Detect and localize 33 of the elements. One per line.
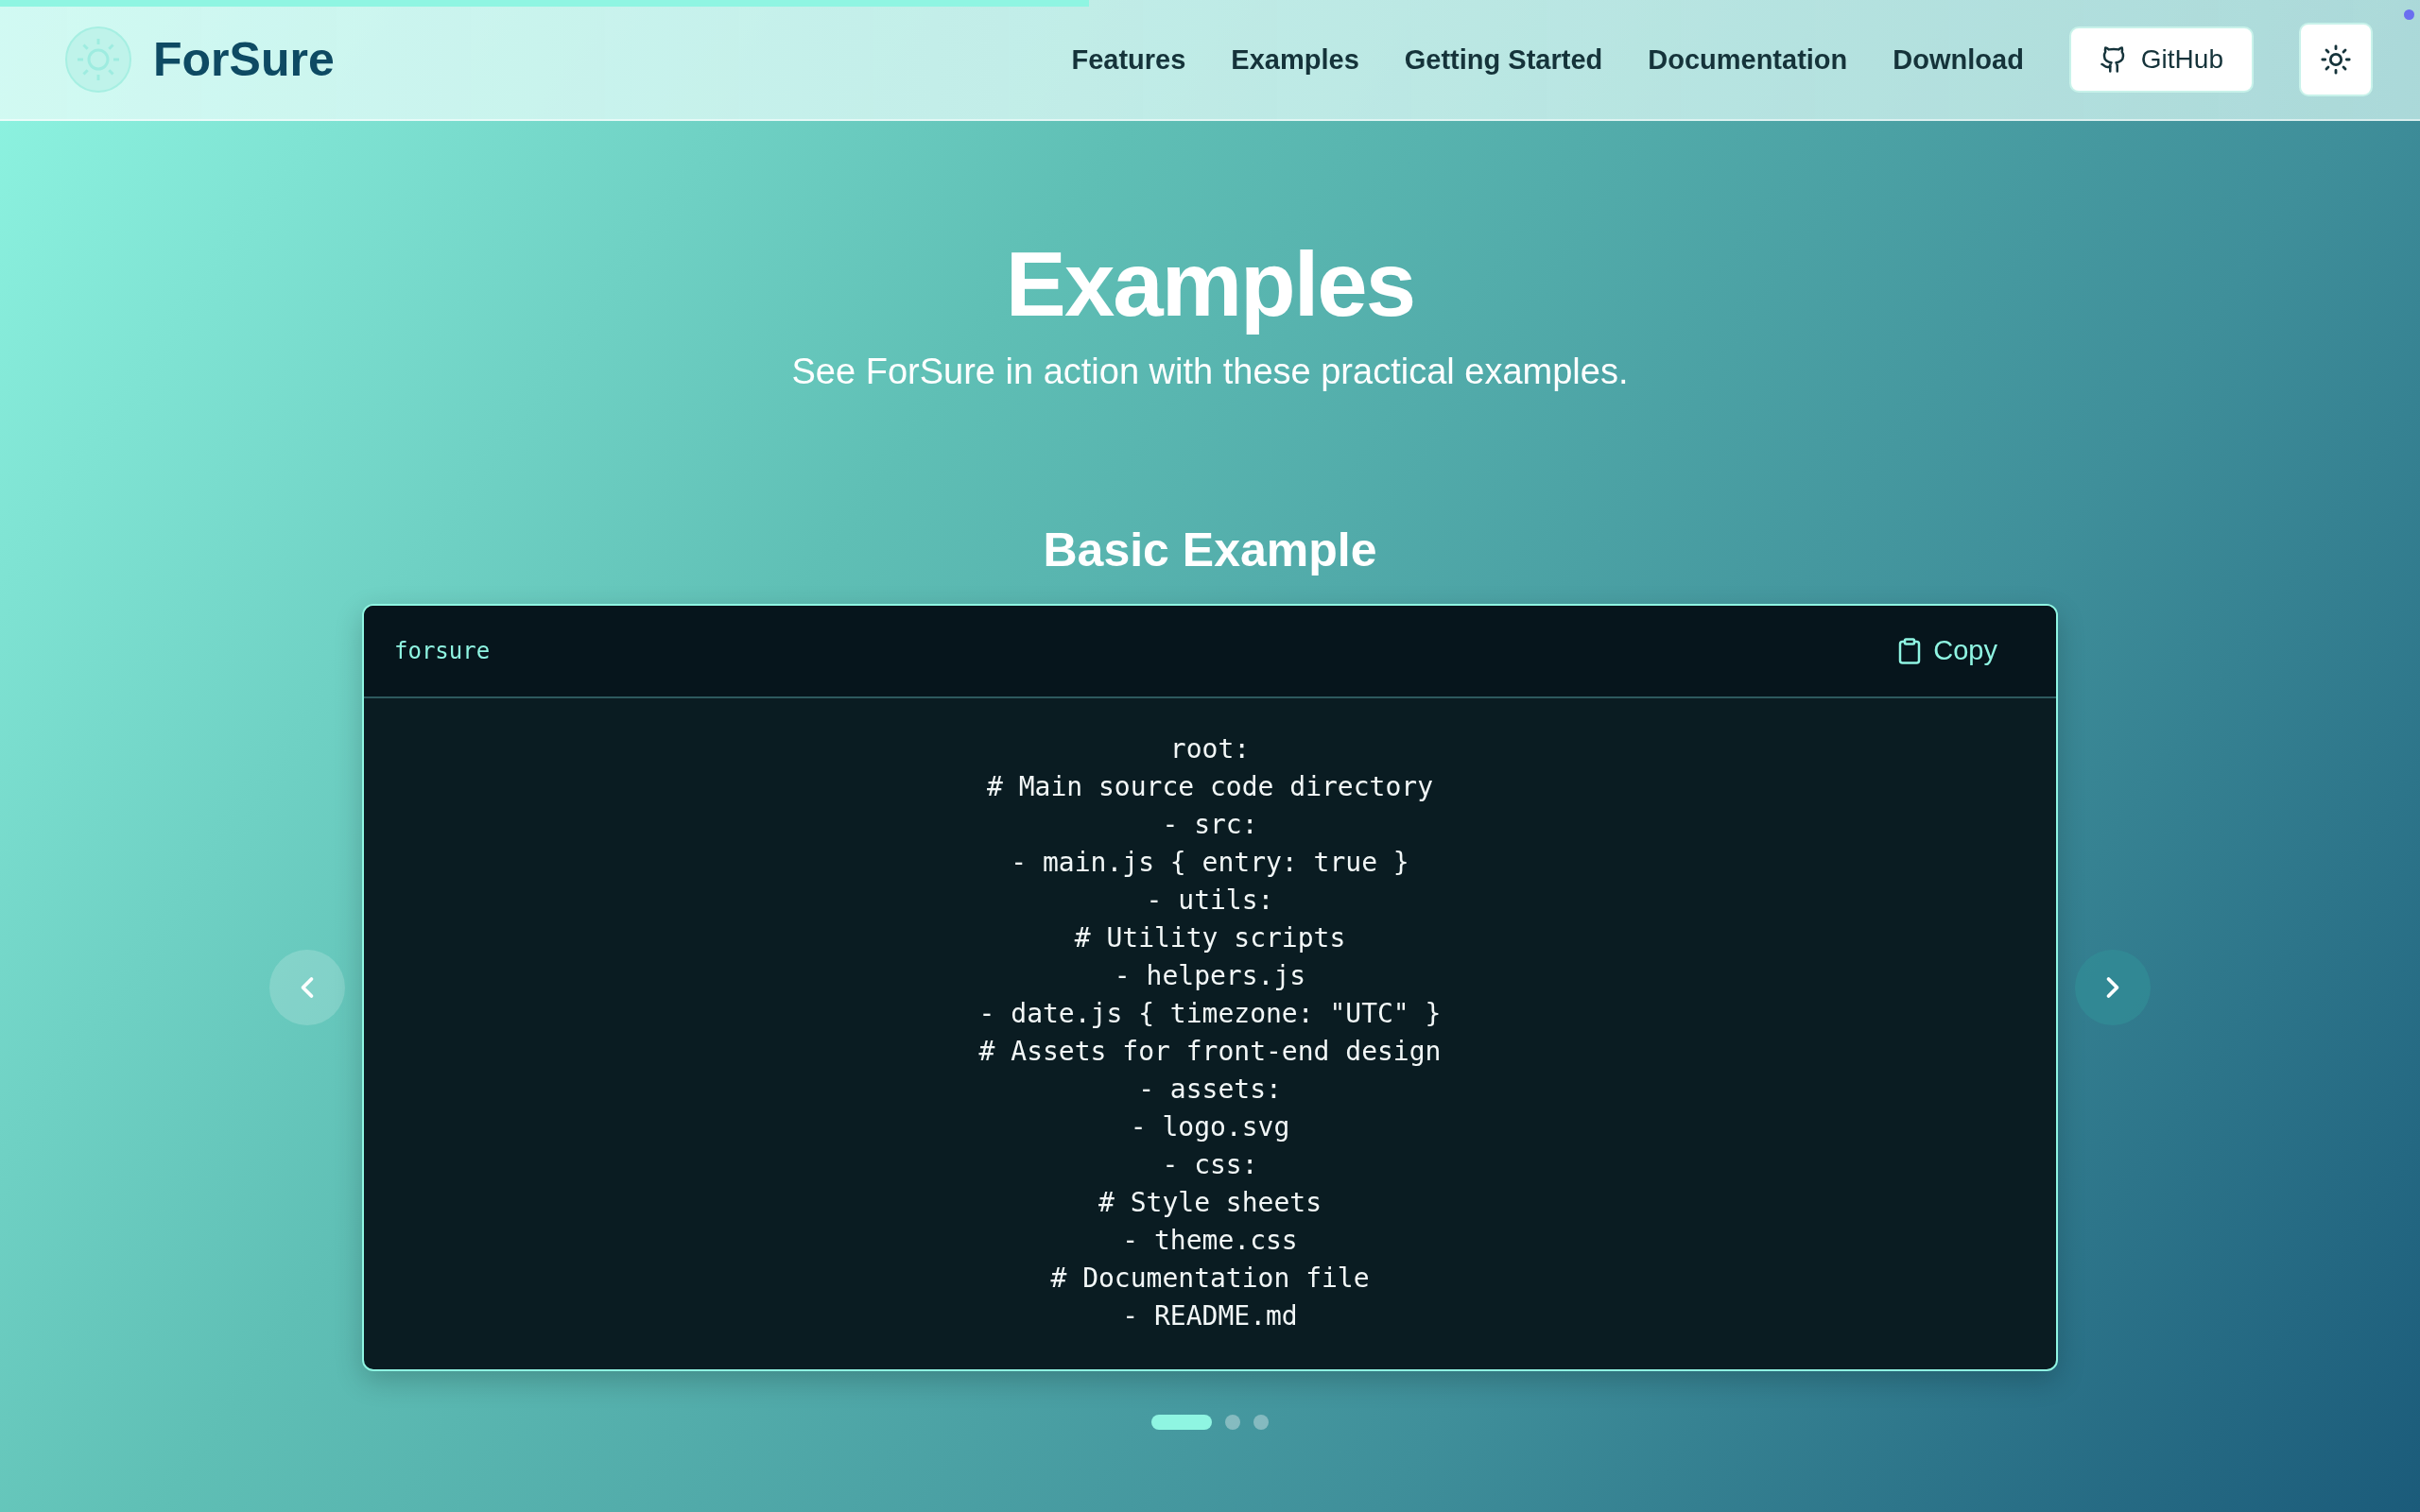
code-line: - helpers.js [1114, 958, 1306, 993]
code-line: # Style sheets [1098, 1185, 1322, 1220]
code-line: - logo.svg [1130, 1109, 1290, 1144]
nav-link[interactable]: Features [1071, 43, 1186, 76]
code-line: - theme.css [1122, 1223, 1298, 1258]
page-subtitle: See ForSure in action with these practical examples. [791, 351, 1629, 392]
nav-link[interactable]: Documentation [1648, 43, 1848, 76]
code-line: - css: [1162, 1147, 1258, 1182]
nav-link[interactable]: Examples [1231, 43, 1359, 76]
code-line: root: [1169, 731, 1251, 766]
sun-logo-icon [64, 26, 132, 94]
code-line: # Main source code directory [987, 769, 1433, 804]
nav-link[interactable]: Download [1893, 43, 2024, 76]
code-line: # Assets for front-end design [978, 1034, 1442, 1069]
carousel-dot[interactable] [1253, 1414, 1269, 1430]
language-label: forsure [394, 637, 491, 664]
nav-link[interactable]: Getting Started [1404, 43, 1603, 76]
carousel-dot[interactable] [1225, 1414, 1240, 1430]
code-line: - src: [1162, 807, 1258, 842]
github-button[interactable]: GitHub [2068, 26, 2254, 93]
copy-button[interactable]: Copy [1890, 634, 2003, 668]
sun-icon [2320, 43, 2352, 76]
code-line: # Documentation file [1050, 1261, 1370, 1296]
code-line: - main.js { entry: true } [1011, 845, 1409, 880]
code-line: - utils: [1146, 883, 1274, 918]
code-line: - date.js { timezone: "UTC" } [978, 996, 1442, 1031]
theme-toggle-button[interactable] [2299, 23, 2373, 96]
code-line: # Utility scripts [1074, 920, 1346, 955]
code-line: - README.md [1122, 1298, 1298, 1333]
section-title: Basic Example [1043, 522, 1377, 577]
brand-name: ForSure [153, 32, 335, 87]
code-line: - assets: [1138, 1072, 1282, 1107]
page-title: Examples [1005, 234, 1415, 335]
